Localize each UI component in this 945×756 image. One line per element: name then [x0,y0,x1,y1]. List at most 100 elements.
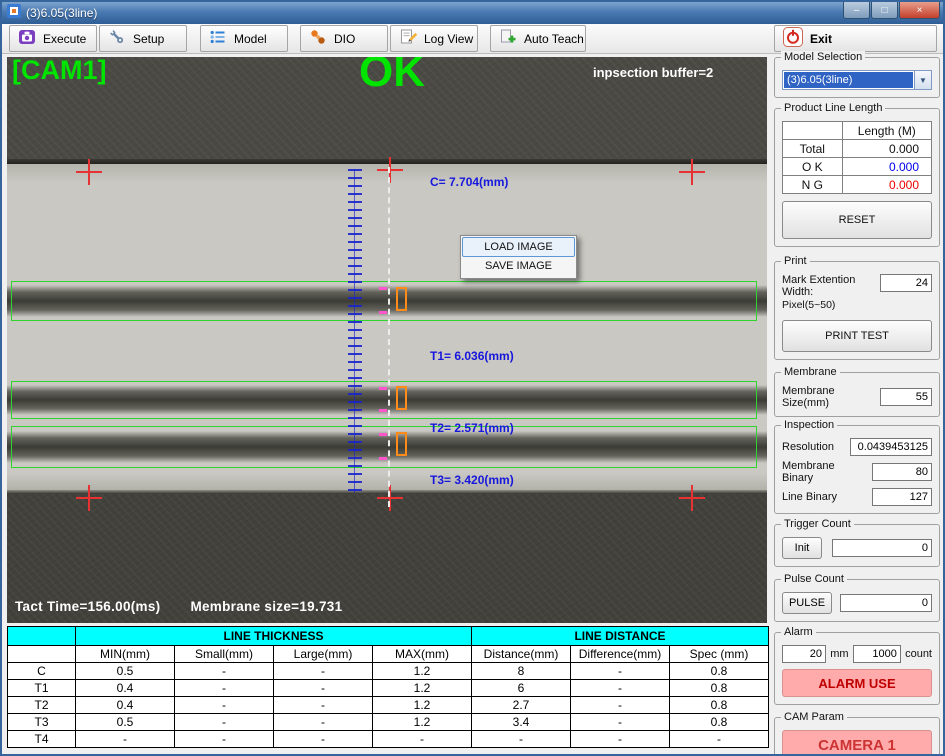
io-connector-icon [309,28,327,49]
line-binary-input[interactable] [872,488,932,506]
reset-button[interactable]: RESET [782,201,932,239]
resolution-label: Resolution [782,441,834,453]
results-table: LINE THICKNESS LINE DISTANCE MIN(mm) Sma… [7,626,769,748]
measurement-label-t3: T3= 3.420(mm) [430,473,514,487]
setup-button[interactable]: Setup [99,25,187,52]
ng-length-value: 0.000 [842,176,931,194]
maximize-button[interactable]: □ [871,2,898,19]
line-length-table: Length (M) Total 0.000 O K 0.000 N G 0.0… [782,121,932,194]
membrane-size-input[interactable] [880,388,932,406]
alarm-group: Alarm mm count ALARM USE [774,632,940,705]
table-group-header-row: LINE THICKNESS LINE DISTANCE [8,627,769,646]
context-menu-item-load-image[interactable]: LOAD IMAGE [462,237,575,257]
inspection-buffer-text: inpsection buffer=2 [593,65,713,80]
table-row: T3 0.5 - - 1.2 3.4 - 0.8 [8,714,769,731]
model-label: Model [234,32,267,46]
close-button[interactable]: × [899,2,940,19]
measurement-label-t1: T1= 6.036(mm) [430,349,514,363]
total-length-value: 0.000 [842,140,931,158]
table-cell: 0.8 [670,680,769,697]
edge-marker-2 [396,386,407,410]
table-cell: 2.7 [472,697,571,714]
line-distance-header: LINE DISTANCE [472,627,769,646]
membrane-size-text: Membrane size=19.731 [190,599,342,614]
group-label: CAM Param [781,711,847,723]
table-cell [783,122,843,140]
chevron-down-icon[interactable]: ▼ [914,71,931,89]
title-bar[interactable]: (3)6.05(3line) – □ × [2,2,943,24]
camera-view[interactable]: [CAM1] OK inpsection buffer=2 C= 7.704(m… [7,57,767,623]
alarm-use-button[interactable]: ALARM USE [782,669,932,697]
crosshair-marker [76,159,102,185]
table-cell: - [274,663,373,680]
product-line-length-group: Product Line Length Length (M) Total 0.0… [774,108,940,247]
group-label: Inspection [781,419,837,431]
membrane-binary-input[interactable] [872,463,932,481]
dio-button[interactable]: DIO [300,25,388,52]
measurement-label-t2: T2= 2.571(mm) [430,421,514,435]
window-title: (3)6.05(3line) [26,6,97,20]
table-corner-cell [8,627,76,646]
minimize-button[interactable]: – [843,2,870,19]
execute-label: Execute [43,32,86,46]
table-cell: 0.8 [670,697,769,714]
execute-button[interactable]: Execute [9,25,97,52]
mark-extension-width-input[interactable] [880,274,932,292]
group-label: Membrane [781,366,840,378]
inspection-status-text: OK [327,57,457,97]
cam-param-group: CAM Param CAMERA 1 [774,717,940,756]
table-cell: - [571,714,670,731]
alarm-count-input[interactable] [853,645,901,663]
group-label: Product Line Length [781,102,885,114]
context-menu-item-save-image[interactable]: SAVE IMAGE [462,257,575,277]
table-cell: - [571,697,670,714]
membrane-group: Membrane Membrane Size(mm) [774,372,940,417]
exit-button[interactable]: Exit [774,25,937,52]
table-cell: 1.2 [373,680,472,697]
row-label: T2 [8,697,76,714]
table-cell: - [670,731,769,748]
main-area: [CAM1] OK inpsection buffer=2 C= 7.704(m… [2,54,943,756]
pulse-button[interactable]: PULSE [782,592,832,614]
table-cell: - [175,663,274,680]
pulse-count-input[interactable] [840,594,932,612]
print-test-button[interactable]: PRINT TEST [782,320,932,352]
pixel-range-label: Pixel(5~50) [782,299,876,311]
table-cell: - [274,697,373,714]
row-label: T3 [8,714,76,731]
line-binary-label: Line Binary [782,491,837,503]
column-header: Small(mm) [175,646,274,663]
table-cell [8,646,76,663]
measurement-ruler [348,169,362,493]
resolution-input[interactable] [850,438,932,456]
mark-extension-width-label: Mark Extention Width: [782,274,876,298]
scan-line-dashed [388,167,390,507]
dio-label: DIO [334,32,355,46]
table-cell: - [274,714,373,731]
model-button[interactable]: Model [200,25,288,52]
table-cell: - [274,731,373,748]
measurement-label-c: C= 7.704(mm) [430,175,508,189]
model-selection-dropdown[interactable]: (3)6.05(3line) ▼ [782,70,932,90]
log-view-button[interactable]: Log View [390,25,478,52]
table-cell: 0.5 [76,663,175,680]
auto-teach-button[interactable]: Auto Teach [490,25,586,52]
app-window: (3)6.05(3line) – □ × Execute Setup Model… [0,0,945,756]
table-cell: - [175,680,274,697]
exit-label: Exit [810,32,832,46]
edge-tick [379,457,387,460]
table-cell: 0.5 [76,714,175,731]
trigger-count-input[interactable] [832,539,932,557]
group-label: Alarm [781,626,816,638]
membrane-binary-label: Membrane Binary [782,460,868,484]
count-unit-label: count [905,648,932,660]
group-label: Model Selection [781,51,865,63]
table-cell: - [373,731,472,748]
camera-1-button[interactable]: CAMERA 1 [782,730,932,756]
trigger-init-button[interactable]: Init [782,537,822,559]
table-cell: - [175,731,274,748]
table-cell: 0.8 [670,663,769,680]
row-label: C [8,663,76,680]
alarm-mm-input[interactable] [782,645,826,663]
crosshair-marker [679,159,705,185]
